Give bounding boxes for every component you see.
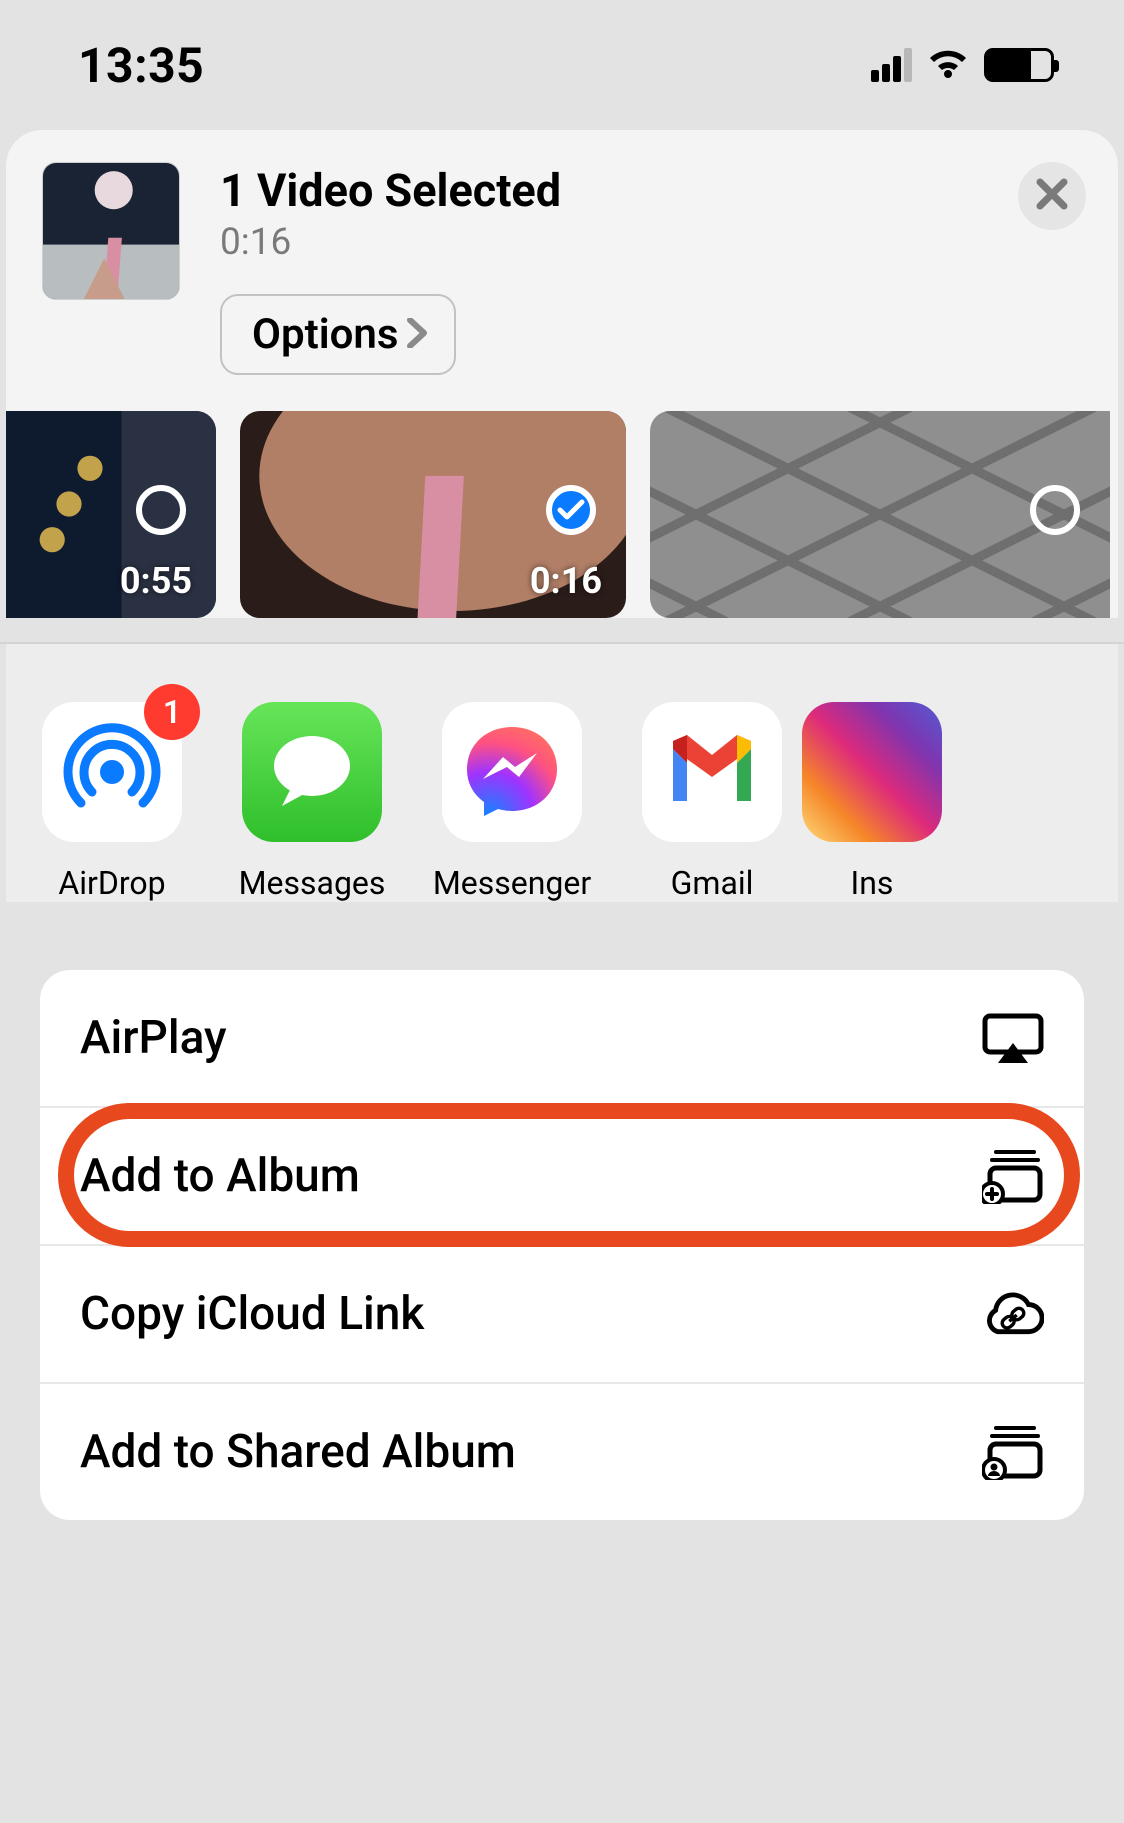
icloud-link-icon — [982, 1286, 1044, 1342]
status-time: 13:35 — [78, 37, 204, 94]
wifi-icon — [926, 48, 970, 82]
filmstrip: 0:55 0:16 — [6, 411, 1118, 618]
action-label: AirPlay — [80, 1011, 227, 1065]
share-actions: AirPlay Add to Album Copy iCloud Link Ad… — [40, 970, 1084, 1520]
app-instagram[interactable]: Ins — [842, 702, 902, 902]
status-icons — [871, 48, 1054, 82]
app-messenger[interactable]: Messenger — [442, 702, 582, 902]
messages-icon — [242, 702, 382, 842]
cellular-icon — [871, 48, 912, 82]
app-messages[interactable]: Messages — [242, 702, 382, 902]
share-apps-row: 1 AirDrop Messages — [6, 644, 1118, 902]
airplay-icon — [982, 1010, 1044, 1066]
selection-thumbnail[interactable] — [42, 162, 180, 300]
app-label: AirDrop — [58, 864, 165, 902]
share-title: 1 Video Selected — [220, 164, 978, 217]
badge: 1 — [144, 684, 200, 740]
app-gmail[interactable]: Gmail — [642, 702, 782, 902]
video-duration: 0:16 — [530, 560, 602, 602]
selection-ring[interactable] — [546, 485, 596, 535]
filmstrip-item[interactable]: 0:16 — [240, 411, 626, 618]
shared-album-icon — [982, 1424, 1044, 1480]
action-airplay[interactable]: AirPlay — [40, 970, 1084, 1106]
chevron-right-icon — [406, 310, 428, 359]
battery-icon — [984, 48, 1054, 82]
options-label: Options — [252, 310, 398, 359]
messenger-icon — [442, 702, 582, 842]
share-subtitle: 0:16 — [220, 221, 978, 264]
album-add-icon — [982, 1148, 1044, 1204]
selection-ring[interactable] — [1030, 485, 1080, 535]
app-airdrop[interactable]: 1 AirDrop — [42, 702, 182, 902]
action-add-to-album[interactable]: Add to Album — [40, 1106, 1084, 1244]
close-button[interactable] — [1018, 162, 1086, 230]
video-duration: 0:55 — [120, 560, 192, 602]
app-label: Ins — [851, 864, 894, 902]
action-label: Add to Shared Album — [80, 1425, 516, 1479]
instagram-icon — [802, 702, 942, 842]
options-button[interactable]: Options — [220, 294, 456, 375]
action-copy-icloud-link[interactable]: Copy iCloud Link — [40, 1244, 1084, 1382]
share-header: 1 Video Selected 0:16 Options — [6, 130, 1118, 411]
status-bar: 13:35 — [0, 0, 1124, 130]
app-label: Messages — [239, 864, 386, 902]
action-label: Copy iCloud Link — [80, 1287, 424, 1341]
action-add-to-shared-album[interactable]: Add to Shared Album — [40, 1382, 1084, 1520]
action-label: Add to Album — [80, 1149, 360, 1203]
filmstrip-item[interactable]: 0:55 — [6, 411, 216, 618]
gmail-icon — [642, 702, 782, 842]
app-label: Gmail — [671, 864, 754, 902]
close-icon — [1034, 176, 1070, 216]
selection-ring[interactable] — [136, 485, 186, 535]
filmstrip-item[interactable] — [650, 411, 1110, 618]
app-label: Messenger — [433, 864, 591, 902]
